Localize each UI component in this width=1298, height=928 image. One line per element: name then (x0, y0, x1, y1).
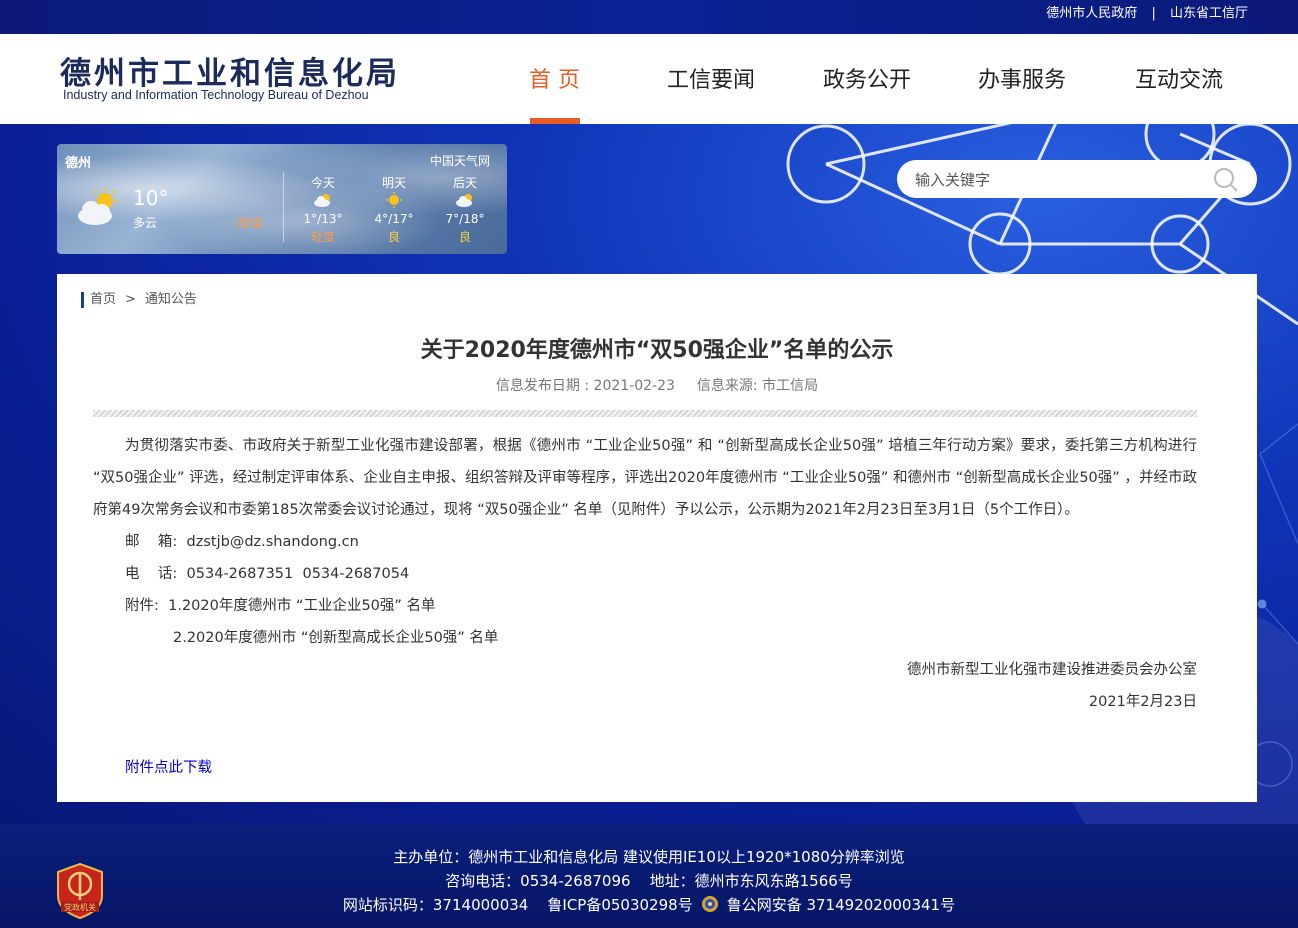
site-logo-cn[interactable]: 德州市工业和信息化局 (60, 48, 400, 93)
nav-interaction[interactable]: 互动交流 (1135, 62, 1223, 94)
publish-date: 信息发布日期 : 2021-02-23 (495, 378, 675, 394)
footer-contact: 咨询电话：0534-2687096 地址：德州市东风东路1566号 (445, 872, 853, 890)
forecast-quality: 良 (458, 230, 471, 244)
weather-divider (283, 172, 284, 242)
article-meta: 信息发布日期 : 2021-02-23 信息来源: 市工信局 (57, 375, 1257, 395)
forecast-day-label: 今天 (310, 176, 335, 190)
title-divider (93, 410, 1197, 417)
info-source: 信息来源: 市工信局 (696, 378, 819, 394)
search-box (897, 160, 1257, 198)
forecast-range: 7°/18° (445, 212, 485, 226)
search-icon[interactable] (1213, 167, 1239, 193)
link-province-department[interactable]: 山东省工信厅 (1170, 0, 1248, 28)
nav-news[interactable]: 工信要闻 (667, 62, 755, 94)
top-bar: 德州市人民政府 | 山东省工信厅 (0, 0, 1298, 34)
partly-cloudy-icon (456, 194, 472, 207)
footer-sponsor: 主办单位：德州市工业和信息化局 建议使用IE10以上1920*1080分辨率浏览 (393, 848, 905, 866)
sunny-icon (386, 192, 402, 208)
nav-services[interactable]: 办事服务 (978, 62, 1066, 94)
article-signer: 德州市新型工业化强市建设推进委员会办公室 (907, 662, 1197, 678)
nav-government-affairs[interactable]: 政务公开 (823, 62, 911, 94)
site-header: 德州市工业和信息化局 Industry and Information Tech… (0, 34, 1298, 124)
article-body: 为贯彻落实市委、市政府关于新型工业化强市建设部署，根据《德州市 “工业企业50强… (93, 430, 1197, 718)
article-paragraph: 为贯彻落实市委、市政府关于新型工业化强市建设部署，根据《德州市 “工业企业50强… (93, 438, 1197, 518)
police-badge-icon (701, 896, 718, 912)
forecast-range: 4°/17° (374, 212, 414, 226)
site-logo-en[interactable]: Industry and Information Technology Bure… (63, 88, 369, 102)
weather-description: 多云 (133, 216, 158, 230)
contact-email: 邮 箱: dzstjb@dz.shandong.cn (125, 534, 359, 550)
top-links: 德州市人民政府 | 山东省工信厅 (1046, 0, 1248, 28)
link-city-government[interactable]: 德州市人民政府 (1046, 0, 1137, 28)
footer-public-security-record[interactable]: 鲁公网安备 37149202000341号 (727, 896, 955, 914)
weather-widget[interactable]: 德州 10° 多云 |轻度 中国天气网 今天 1°/13° 轻度 明天 4°/1… (57, 144, 507, 254)
nav-home[interactable]: 首 页 (529, 62, 580, 94)
attachment-download-link[interactable]: 附件点此下载 (125, 756, 212, 777)
site-footer: 党政机关 主办单位：德州市工业和信息化局 建议使用IE10以上1920*1080… (0, 824, 1298, 928)
footer-icp[interactable]: 网站标识码：3714000034 鲁ICP备05030298号 (343, 896, 693, 914)
attachment-2: 2.2020年度德州市 “创新型高成长企业50强” 名单 (173, 630, 499, 646)
weather-air-quality-value: 轻度 (239, 216, 264, 230)
attachment-1: 附件: 1.2020年度德州市 “工业企业50强” 名单 (125, 598, 436, 614)
forecast-day-label: 后天 (452, 176, 477, 190)
breadcrumb-separator: > (125, 292, 136, 307)
weather-air-quality: |轻度 (235, 216, 264, 230)
weather-city: 德州 (65, 156, 92, 171)
top-link-separator: | (1151, 6, 1156, 21)
breadcrumb-home[interactable]: 首页 (90, 292, 116, 307)
footer-registration: 网站标识码：3714000034 鲁ICP备05030298号 鲁公网安备 37… (0, 894, 1298, 915)
weather-temperature: 10° (133, 186, 169, 210)
breadcrumb: 首页 > 通知公告 (81, 292, 197, 308)
forecast-quality: 良 (387, 230, 400, 244)
search-input[interactable] (913, 164, 1197, 196)
breadcrumb-current[interactable]: 通知公告 (145, 292, 197, 307)
article-sign-date: 2021年2月23日 (1088, 694, 1197, 710)
article-title: 关于2020年度德州市“双50强企业”名单的公示 (420, 338, 894, 363)
forecast-day-label: 明天 (381, 176, 406, 190)
weather-source[interactable]: 中国天气网 (430, 152, 490, 169)
partly-cloudy-icon (78, 188, 119, 225)
forecast-quality: 轻度 (310, 230, 335, 244)
partly-cloudy-icon (314, 194, 330, 207)
contact-phone: 电 话: 0534-2687351 0534-2687054 (125, 566, 410, 582)
article-card: 首页 > 通知公告 关于2020年度德州市“双50强企业”名单的公示 信息发布日期 … (57, 274, 1257, 802)
forecast-range: 1°/13° (303, 212, 343, 226)
